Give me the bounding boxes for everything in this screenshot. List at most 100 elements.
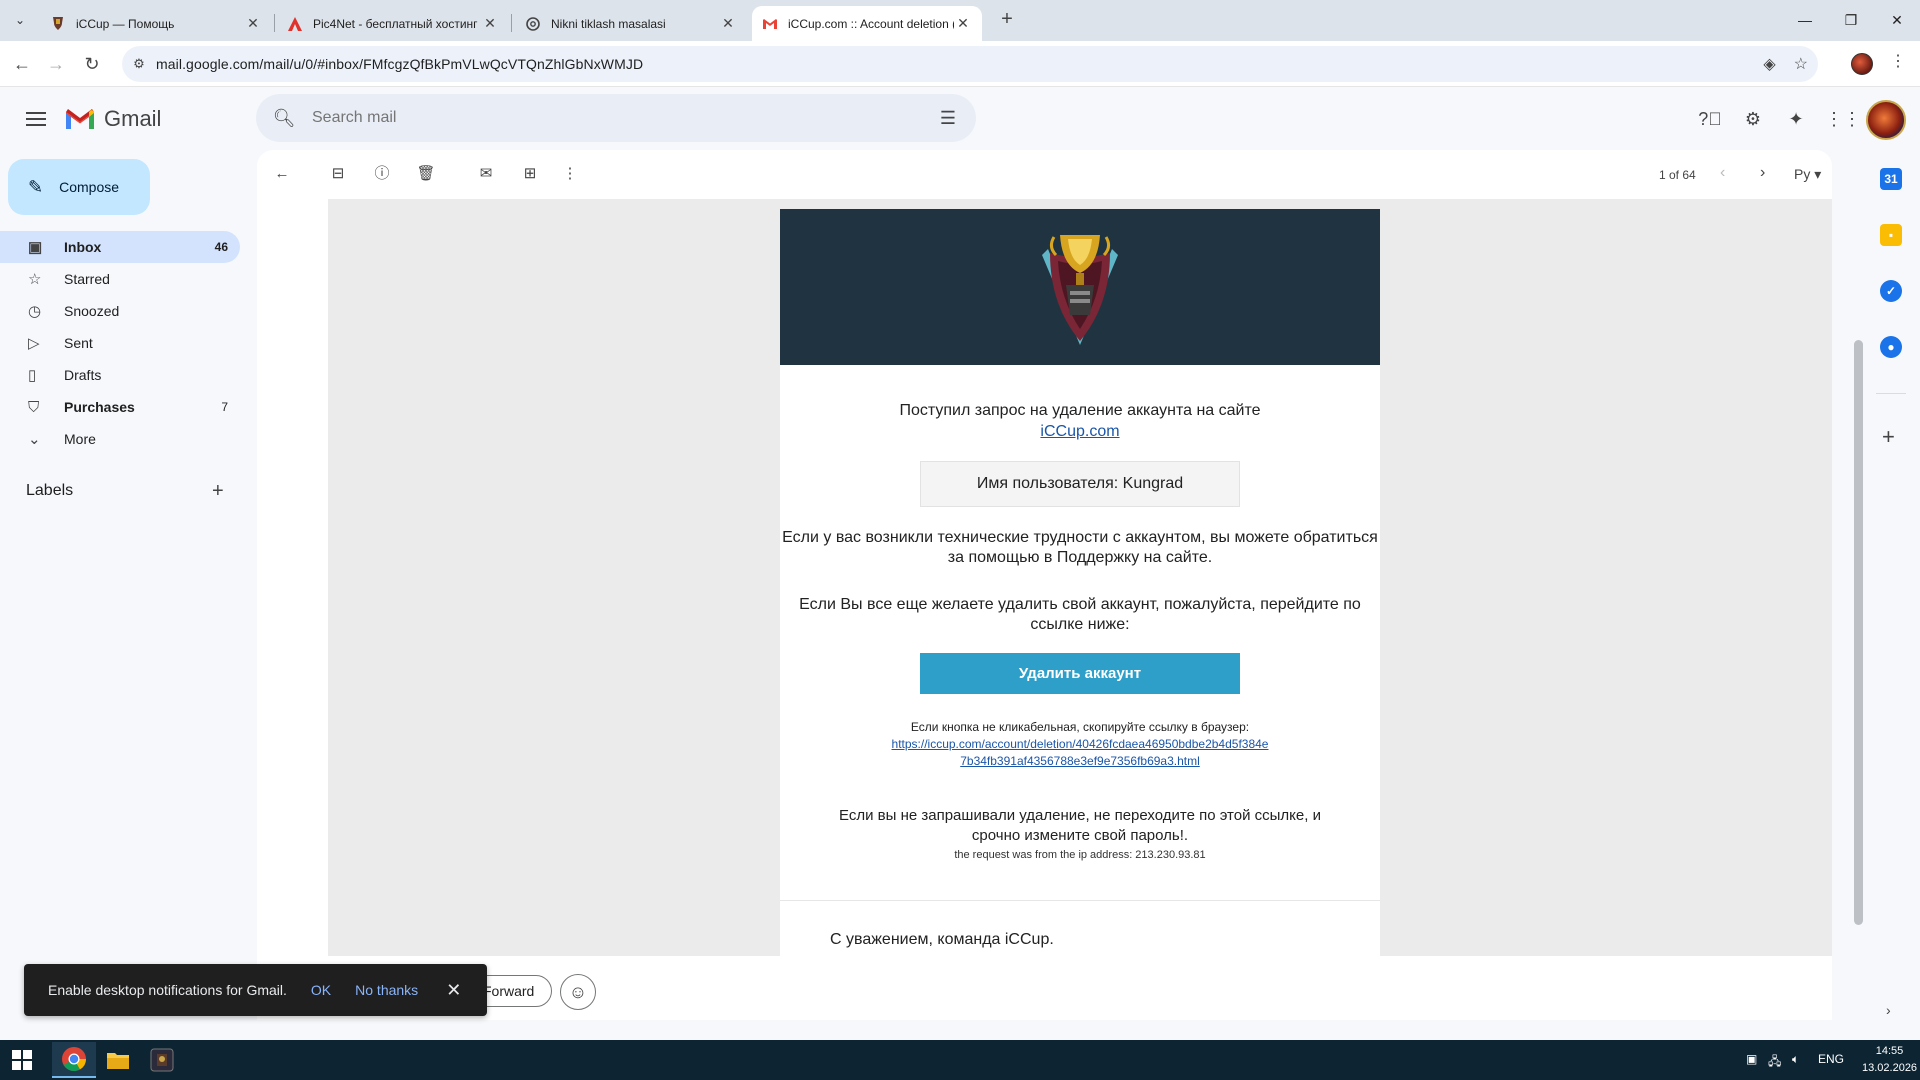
close-icon[interactable]: ✕ [481, 15, 499, 32]
scrollbar-thumb[interactable] [1854, 340, 1863, 925]
add-label-icon[interactable]: + [212, 480, 224, 503]
contacts-icon[interactable]: ● [1880, 336, 1902, 358]
lens-icon[interactable]: ◈ [1763, 54, 1775, 74]
help-icon[interactable]: ?⃝ [1697, 106, 1723, 132]
newer-icon[interactable]: ‹ [1720, 164, 1725, 182]
file-explorer-icon[interactable] [96, 1042, 140, 1078]
sidebar-item-more[interactable]: ⌄ More [0, 423, 240, 455]
request-line: Поступил запрос на удаление аккаунта на … [899, 402, 1261, 419]
email-body: Поступил запрос на удаление аккаунта на … [780, 365, 1380, 956]
deletion-link[interactable]: https://iccup.com/account/deletion/40426… [892, 737, 1269, 751]
network-icon[interactable]: 🖧︎ [1768, 1052, 1781, 1073]
gmail-m-icon [66, 109, 94, 129]
trophy-emblem-icon [1042, 235, 1118, 345]
sidebar-item-snoozed[interactable]: ◷ Snoozed [0, 295, 240, 327]
tasks-icon[interactable]: ✓ [1880, 280, 1902, 302]
close-icon[interactable]: ✕ [719, 15, 737, 32]
language-label: Ру [1794, 166, 1811, 182]
browser-menu-icon[interactable]: ⋮ [1890, 51, 1906, 71]
search-bar[interactable]: 🔍︎ ☰ [256, 94, 976, 142]
nvidia-tray-icon[interactable]: ▣ [1746, 1052, 1757, 1066]
window-close-icon[interactable]: ✕ [1874, 0, 1920, 41]
tab-title: Pic4Net - бесплатный хостинг [313, 16, 478, 31]
labels-heading: Labels [26, 482, 74, 499]
site-settings-icon[interactable]: ⚙ [122, 56, 156, 72]
new-tab-icon[interactable]: + [995, 8, 1019, 32]
back-icon[interactable]: ← [8, 50, 36, 78]
forward-icon[interactable]: → [42, 50, 70, 78]
settings-gear-icon[interactable]: ⚙ [1740, 106, 1766, 132]
input-language[interactable]: ENG [1818, 1052, 1844, 1066]
sidebar-item-sent[interactable]: ▷ Sent [0, 327, 240, 359]
tab-search-icon[interactable]: ⌄ [8, 8, 32, 32]
system-clock[interactable]: 14:55 13.02.2026 [1862, 1043, 1917, 1077]
calendar-icon[interactable]: 31 [1880, 168, 1902, 190]
sidebar-item-purchases[interactable]: ⛉ Purchases 7 [0, 391, 240, 423]
close-icon[interactable]: ✕ [244, 15, 262, 32]
emoji-reaction-icon[interactable]: ☺ [560, 974, 596, 1010]
restore-icon[interactable]: ❐ [1828, 0, 1874, 41]
profile-avatar[interactable] [1851, 53, 1873, 75]
close-icon[interactable]: ✕ [954, 15, 972, 32]
compose-button[interactable]: ✎ Compose [8, 159, 150, 215]
delete-account-button[interactable]: Удалить аккаунт [920, 653, 1240, 694]
snackbar-ok-button[interactable]: OK [311, 982, 331, 998]
archive-icon[interactable]: ⊟ [326, 162, 350, 186]
scrollbar[interactable] [1852, 150, 1866, 956]
deletion-link-continued[interactable]: 7b34fb391af4356788e3ef9e7356fb69a3.html [960, 754, 1200, 768]
get-addons-icon[interactable]: + [1882, 424, 1895, 450]
older-icon[interactable]: › [1760, 164, 1765, 182]
apps-grid-icon[interactable]: ⋮⋮ [1825, 106, 1861, 132]
gmail-logo[interactable]: Gmail [64, 106, 161, 132]
clock-date: 13.02.2026 [1862, 1062, 1918, 1074]
bookmark-star-icon[interactable]: ☆ [1794, 54, 1808, 74]
back-to-inbox-icon[interactable]: ← [270, 162, 294, 186]
gmail-logo-text: Gmail [104, 106, 162, 131]
move-to-icon[interactable]: ⊞ [518, 162, 542, 186]
browser-tab[interactable]: Nikni tiklash masalasi ✕ [515, 6, 747, 41]
browser-tab[interactable]: iCCup — Помощь ✕ [40, 6, 272, 41]
sidebar-item-label: Inbox [64, 239, 102, 255]
unread-count: 7 [221, 400, 228, 414]
input-tools-language[interactable]: Ру ▾ [1794, 166, 1821, 183]
search-input[interactable] [312, 109, 920, 127]
show-side-panel-icon[interactable]: › [1886, 1002, 1891, 1018]
request-text: Поступил запрос на удаление аккаунта на … [780, 400, 1380, 442]
browser-tab-active[interactable]: iCCup.com :: Account deletion ( ✕ [752, 6, 982, 41]
volume-icon[interactable]: 🔈︎ [1792, 1052, 1799, 1067]
browser-tab[interactable]: Pic4Net - бесплатный хостинг ✕ [277, 6, 509, 41]
delete-icon[interactable]: 🗑︎ [414, 162, 438, 186]
account-avatar[interactable] [1866, 100, 1906, 140]
snackbar-no-thanks-button[interactable]: No thanks [355, 982, 418, 998]
divider [780, 900, 1380, 901]
sidebar-item-starred[interactable]: ☆ Starred [0, 263, 240, 295]
send-icon: ▷ [28, 335, 40, 352]
game-client-icon[interactable] [140, 1042, 184, 1078]
address-bar[interactable]: ⚙ mail.google.com/mail/u/0/#inbox/FMfcgz… [122, 46, 1818, 82]
keep-icon[interactable]: ▪ [1880, 224, 1902, 246]
reload-icon[interactable]: ↻ [78, 50, 106, 78]
chevron-down-icon: ⌄ [28, 431, 41, 448]
more-actions-icon[interactable]: ⋮ [558, 162, 582, 186]
sidebar-item-drafts[interactable]: ▯ Drafts [0, 359, 240, 391]
draft-icon: ▯ [28, 367, 37, 384]
minimize-icon[interactable]: — [1782, 0, 1828, 41]
close-icon[interactable]: ✕ [446, 980, 461, 1001]
chrome-icon[interactable] [52, 1042, 96, 1078]
gemini-sparkle-icon[interactable]: ✦ [1783, 106, 1809, 132]
main-menu-icon[interactable] [24, 108, 48, 132]
sidebar-item-label: Drafts [64, 367, 102, 383]
windows-start-icon[interactable] [12, 1050, 32, 1070]
copy-link-block: Если кнопка не кликабельная, скопируйте … [780, 719, 1380, 770]
mark-unread-icon[interactable]: ✉ [474, 162, 498, 186]
search-options-icon[interactable]: ☰ [920, 108, 976, 129]
search-icon[interactable]: 🔍︎ [256, 108, 312, 129]
unread-count: 46 [214, 240, 228, 254]
tab-title: iCCup — Помощь [76, 16, 175, 31]
sidebar-item-inbox[interactable]: ▣ Inbox 46 [0, 231, 240, 263]
site-link[interactable]: iCCup.com [1040, 423, 1119, 440]
report-spam-icon[interactable]: ⓘ [370, 162, 394, 186]
tab-title: Nikni tiklash masalasi [551, 16, 666, 31]
pencil-icon: ✎ [28, 176, 44, 197]
star-icon: ☆ [28, 271, 42, 288]
